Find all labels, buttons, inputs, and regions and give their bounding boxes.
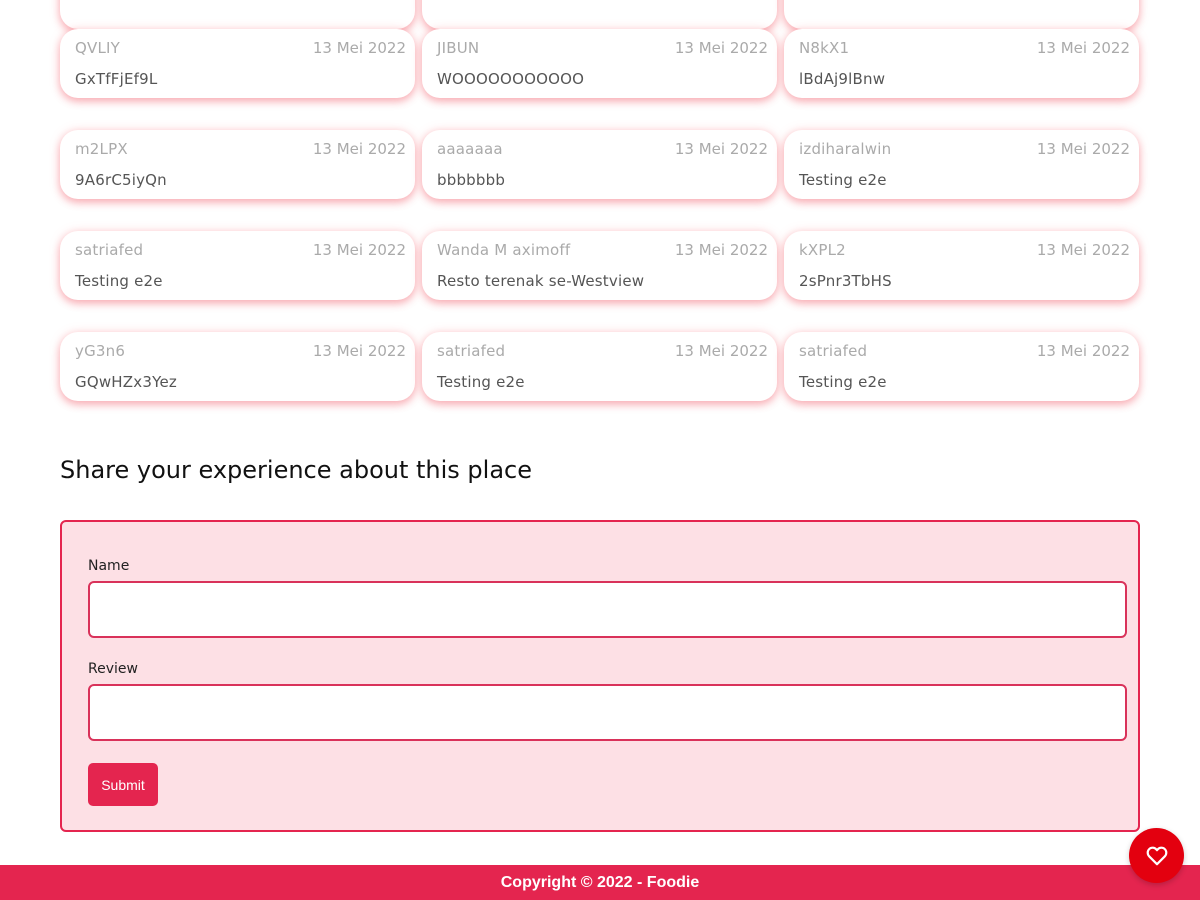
review-date: 13 Mei 2022	[312, 241, 406, 259]
review-input[interactable]	[88, 684, 1127, 741]
review-text: Testing e2e	[75, 272, 163, 290]
review-card: Wanda M aximoff 13 Mei 2022 Resto terena…	[422, 231, 777, 300]
reviewer-name: yG3n6	[75, 342, 126, 360]
review-date: 13 Mei 2022	[674, 241, 768, 259]
reviewer-name: Wanda M aximoff	[437, 241, 571, 259]
review-date: 13 Mei 2022	[1036, 241, 1130, 259]
reviewer-name: m2LPX	[75, 140, 128, 158]
reviewer-name: JIBUN	[437, 39, 480, 57]
review-card: satriafed 13 Mei 2022 Testing e2e	[60, 231, 415, 300]
review-date: 13 Mei 2022	[674, 39, 768, 57]
reviewer-name: izdiharalwin	[799, 140, 892, 158]
review-date: 13 Mei 2022	[1036, 140, 1130, 158]
review-card: satriafed 13 Mei 2022 Testing e2e	[784, 332, 1139, 401]
reviewer-name: N8kX1	[799, 39, 850, 57]
reviewer-name: satriafed	[799, 342, 868, 360]
review-text: bbbbbbb	[437, 171, 506, 189]
reviewer-name: satriafed	[437, 342, 506, 360]
review-form: Name Review Submit	[60, 520, 1140, 832]
review-date: 13 Mei 2022	[1036, 39, 1130, 57]
review-date: 13 Mei 2022	[674, 342, 768, 360]
reviewer-name: QVLIY	[75, 39, 121, 57]
review-text: 2sPnr3TbHS	[799, 272, 892, 290]
review-date: 13 Mei 2022	[674, 140, 768, 158]
name-label: Name	[88, 558, 130, 574]
review-card-partial	[422, 0, 777, 29]
favorite-button[interactable]	[1129, 828, 1184, 883]
reviewer-name: aaaaaaa	[437, 140, 503, 158]
heart-outline-icon	[1146, 846, 1168, 866]
copyright-text: Copyright © 2022 - Foodie	[500, 873, 700, 891]
review-text: WOOOOOOOOOOO	[437, 70, 585, 88]
reviewer-name: satriafed	[75, 241, 144, 259]
review-label: Review	[88, 661, 138, 677]
review-text: 9A6rC5iyQn	[75, 171, 167, 189]
review-card: m2LPX 13 Mei 2022 9A6rC5iyQn	[60, 130, 415, 199]
review-list: QVLIY 13 Mei 2022 GxTfFjEf9L JIBUN 13 Me…	[60, 0, 1140, 420]
review-card: N8kX1 13 Mei 2022 lBdAj9lBnw	[784, 29, 1139, 98]
review-date: 13 Mei 2022	[312, 39, 406, 57]
review-card: kXPL2 13 Mei 2022 2sPnr3TbHS	[784, 231, 1139, 300]
review-date: 13 Mei 2022	[312, 342, 406, 360]
share-experience-heading: Share your experience about this place	[60, 456, 532, 484]
review-text: GxTfFjEf9L	[75, 70, 158, 88]
review-date: 13 Mei 2022	[1036, 342, 1130, 360]
review-date: 13 Mei 2022	[312, 140, 406, 158]
review-card-partial	[60, 0, 415, 29]
review-text: Testing e2e	[437, 373, 525, 391]
review-card: izdiharalwin 13 Mei 2022 Testing e2e	[784, 130, 1139, 199]
review-text: Resto terenak se-Westview	[437, 272, 645, 290]
review-card: aaaaaaa 13 Mei 2022 bbbbbbb	[422, 130, 777, 199]
review-text: Testing e2e	[799, 171, 887, 189]
review-card-partial	[784, 0, 1139, 29]
submit-button[interactable]: Submit	[88, 763, 158, 806]
name-input[interactable]	[88, 581, 1127, 638]
review-text: lBdAj9lBnw	[799, 70, 886, 88]
review-text: GQwHZx3Yez	[75, 373, 177, 391]
review-card: yG3n6 13 Mei 2022 GQwHZx3Yez	[60, 332, 415, 401]
footer: Copyright © 2022 - Foodie	[0, 865, 1200, 900]
reviewer-name: kXPL2	[799, 241, 846, 259]
review-text: Testing e2e	[799, 373, 887, 391]
review-card: QVLIY 13 Mei 2022 GxTfFjEf9L	[60, 29, 415, 98]
review-card: JIBUN 13 Mei 2022 WOOOOOOOOOOO	[422, 29, 777, 98]
review-card: satriafed 13 Mei 2022 Testing e2e	[422, 332, 777, 401]
